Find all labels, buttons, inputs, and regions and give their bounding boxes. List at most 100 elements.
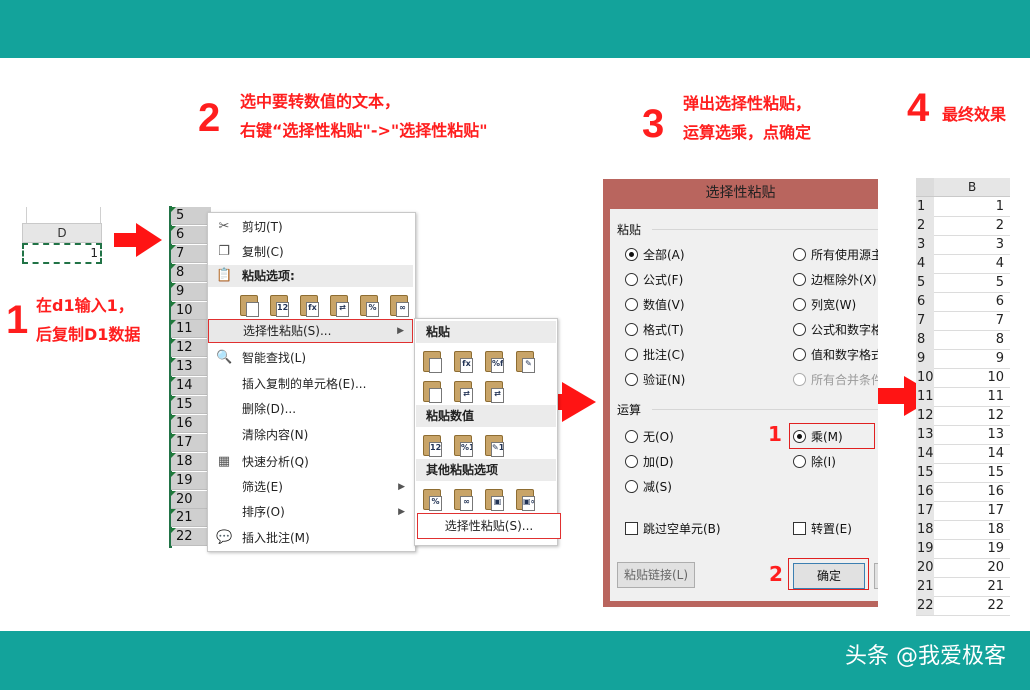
row-number[interactable]: 6 [916,292,934,311]
select-all-corner[interactable] [916,178,934,196]
paste-option-icon[interactable]: 123 [421,433,443,457]
paste-option-radio[interactable]: 全部(A) [625,246,685,264]
menu-item-insert-copied[interactable]: 插入复制的单元格(E)... [208,373,413,395]
menu-item-copy[interactable]: ❐ 复制(C) [208,241,413,263]
cell-value[interactable]: 14 [987,444,1004,463]
paste-option-icon[interactable] [421,349,443,373]
cell-value[interactable]: 13 [987,425,1004,444]
paste-special-button[interactable]: 选择性粘贴(S)... [417,513,561,539]
row-number[interactable]: 16 [916,482,934,501]
paste-option-radio[interactable]: 边框除外(X) [793,271,877,289]
cell-d1[interactable]: 1 [22,243,102,264]
row-header[interactable]: 22 [171,528,211,547]
row-number[interactable]: 20 [916,558,934,577]
paste-option-icon[interactable]: fx [452,349,474,373]
paste-option-radio[interactable]: 数值(V) [625,296,685,314]
cell-value[interactable]: 5 [996,273,1004,292]
paste-option-radio[interactable]: 列宽(W) [793,296,856,314]
menu-item-clear[interactable]: 清除内容(N) [208,424,413,446]
row-header[interactable]: 19 [171,471,211,490]
cell-value[interactable]: 17 [987,501,1004,520]
row-number[interactable]: 1 [916,197,934,216]
paste-link-button[interactable]: 粘贴链接(L) [617,562,695,588]
cell-value[interactable]: 18 [987,520,1004,539]
paste-option-icon[interactable]: ✎123 [483,433,505,457]
menu-item-cut[interactable]: ✂ 剪切(T) [208,216,413,238]
paste-option-icon[interactable]: %123 [452,433,474,457]
cell-value[interactable]: 4 [996,254,1004,273]
row-number[interactable]: 11 [916,387,934,406]
paste-option-icon[interactable]: % [421,487,443,511]
cell-value[interactable]: 11 [987,387,1004,406]
paste-option-radio[interactable]: 所有使用源主 [793,246,878,264]
menu-item-insert-comment[interactable]: 💬 插入批注(M) [208,527,413,549]
operation-radio[interactable]: 加(D) [625,453,674,471]
menu-item-delete[interactable]: 删除(D)... [208,398,413,420]
paste-option-icon[interactable]: ✎ [514,349,536,373]
row-number[interactable]: 12 [916,406,934,425]
paste-option-icon[interactable]: ⇄ [452,379,474,403]
cell-value[interactable]: 19 [987,539,1004,558]
column-header-d[interactable]: D [22,223,102,243]
menu-item-paste-special[interactable]: 选择性粘贴(S)... ▶ [208,319,413,343]
paste-option-icon[interactable]: fx [298,293,320,317]
paste-option-icon[interactable]: % [358,293,380,317]
transpose-checkbox[interactable]: 转置(E) [793,520,852,538]
row-number[interactable]: 5 [916,273,934,292]
row-number[interactable]: 21 [916,577,934,596]
paste-option-radio[interactable]: 格式(T) [625,321,684,339]
paste-option-icon[interactable]: %fx [483,349,505,373]
paste-option-icon[interactable]: 123 [268,293,290,317]
row-number[interactable]: 14 [916,444,934,463]
cell-value[interactable]: 15 [987,463,1004,482]
cell-value[interactable]: 2 [996,216,1004,235]
cell-value[interactable]: 6 [996,292,1004,311]
paste-option-radio[interactable]: 验证(N) [625,371,685,389]
skip-blanks-checkbox[interactable]: 跳过空单元(B) [625,520,721,538]
cell-value[interactable]: 21 [987,577,1004,596]
row-header[interactable]: 17 [171,433,211,452]
row-header[interactable]: 21 [171,509,211,528]
paste-option-icon[interactable] [421,379,443,403]
row-header[interactable]: 14 [171,377,211,396]
cell-value[interactable]: 20 [987,558,1004,577]
paste-option-radio[interactable]: 公式(F) [625,271,683,289]
operation-radio[interactable]: 除(I) [793,453,836,471]
menu-item-smart-lookup[interactable]: 🔍 智能查找(L) [208,347,413,369]
row-number[interactable]: 22 [916,596,934,615]
row-header[interactable]: 6 [171,225,211,244]
row-header[interactable]: 11 [171,320,211,339]
row-header[interactable]: 5 [171,207,211,225]
row-number[interactable]: 7 [916,311,934,330]
row-header[interactable]: 13 [171,358,211,377]
row-number[interactable]: 19 [916,539,934,558]
paste-option-icon[interactable]: ▣∞ [514,487,536,511]
row-number[interactable]: 18 [916,520,934,539]
row-header[interactable]: 20 [171,490,211,509]
paste-option-icon[interactable]: ⇄ [328,293,350,317]
row-number[interactable]: 4 [916,254,934,273]
row-number[interactable]: 2 [916,216,934,235]
paste-option-icon[interactable]: ▣ [483,487,505,511]
cancel-button-partial[interactable] [874,563,878,589]
paste-option-icon[interactable]: ∞ [388,293,410,317]
row-header[interactable]: 15 [171,396,211,414]
row-number[interactable]: 9 [916,349,934,368]
cell-value[interactable]: 3 [996,235,1004,254]
row-number[interactable]: 15 [916,463,934,482]
row-header[interactable]: 12 [171,339,211,358]
row-number[interactable]: 13 [916,425,934,444]
cell-value[interactable]: 1 [996,197,1004,216]
cell-value[interactable]: 22 [987,596,1004,615]
paste-option-icon[interactable]: ∞ [452,487,474,511]
operation-radio[interactable]: 无(O) [625,428,674,446]
cell-value[interactable]: 16 [987,482,1004,501]
row-header[interactable]: 8 [171,263,211,282]
menu-item-filter[interactable]: 筛选(E) ▶ [208,476,413,498]
row-number[interactable]: 17 [916,501,934,520]
row-header[interactable]: 16 [171,414,211,433]
row-number[interactable]: 8 [916,330,934,349]
paste-option-radio[interactable]: 所有合并条件 [793,371,878,389]
row-number[interactable]: 3 [916,235,934,254]
cell-value[interactable]: 12 [987,406,1004,425]
